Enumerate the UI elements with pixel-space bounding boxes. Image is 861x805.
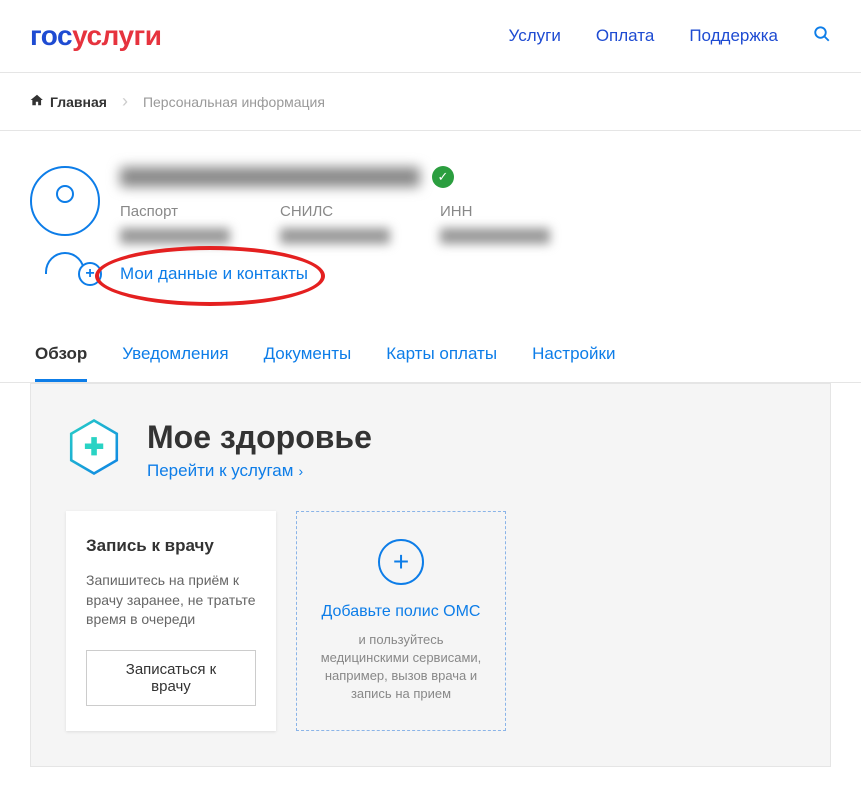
health-header: ✚ Мое здоровье Перейти к услугам ›	[66, 419, 795, 481]
snils-item: СНИЛС	[280, 203, 390, 244]
doctor-card-desc: Запишитесь на приём к врачу заранее, не …	[86, 571, 256, 630]
documents-row: Паспорт СНИЛС ИНН	[120, 203, 831, 244]
profile-section: + ✓ Паспорт СНИЛС ИНН Мои данные и конта…	[0, 131, 861, 304]
breadcrumb-home-label: Главная	[50, 94, 107, 110]
breadcrumb: Главная › Персональная информация	[0, 73, 861, 131]
my-data-link[interactable]: Мои данные и контакты	[120, 264, 308, 283]
logo[interactable]: госуслуги	[30, 20, 161, 52]
passport-value-blurred	[120, 228, 230, 244]
passport-item: Паспорт	[120, 203, 230, 244]
home-icon	[30, 93, 44, 110]
passport-label: Паспорт	[120, 203, 230, 220]
health-title: Мое здоровье	[147, 419, 372, 456]
health-services-label: Перейти к услугам	[147, 461, 293, 481]
tab-documents[interactable]: Документы	[264, 329, 352, 382]
chevron-right-icon: ›	[122, 91, 128, 112]
verified-icon: ✓	[432, 166, 454, 188]
book-doctor-button[interactable]: Записаться к врачу	[86, 650, 256, 706]
doctor-appointment-card: Запись к врачу Запишитесь на приём к вра…	[66, 511, 276, 731]
logo-uslugi: услуги	[72, 20, 161, 51]
add-oms-card[interactable]: + Добавьте полис ОМС и пользуйтесь медиц…	[296, 511, 506, 731]
oms-card-desc: и пользуйтесь медицинскими сервисами, на…	[317, 631, 485, 704]
logo-gos: гос	[30, 20, 72, 51]
health-title-block: Мое здоровье Перейти к услугам ›	[147, 419, 372, 481]
my-data-wrap: Мои данные и контакты	[120, 264, 308, 284]
header: госуслуги Услуги Оплата Поддержка	[0, 0, 861, 73]
cards-row: Запись к врачу Запишитесь на приём к вра…	[66, 511, 795, 731]
tab-payment-cards[interactable]: Карты оплаты	[386, 329, 497, 382]
nav-services[interactable]: Услуги	[509, 26, 561, 46]
snils-label: СНИЛС	[280, 203, 390, 220]
avatar[interactable]: +	[30, 166, 100, 284]
tabs: Обзор Уведомления Документы Карты оплаты…	[0, 329, 861, 383]
snils-value-blurred	[280, 228, 390, 244]
oms-card-title: Добавьте полис ОМС	[322, 603, 481, 621]
chevron-right-icon: ›	[298, 463, 303, 479]
breadcrumb-home[interactable]: Главная	[30, 93, 107, 110]
avatar-add-icon[interactable]: +	[78, 262, 102, 286]
doctor-card-title: Запись к врачу	[86, 536, 256, 556]
health-services-link[interactable]: Перейти к услугам ›	[147, 461, 303, 481]
tab-overview[interactable]: Обзор	[35, 329, 87, 382]
add-icon: +	[378, 539, 424, 585]
nav-payment[interactable]: Оплата	[596, 26, 654, 46]
profile-info: ✓ Паспорт СНИЛС ИНН Мои данные и контакт…	[120, 166, 831, 284]
avatar-circle	[30, 166, 100, 236]
content-area: ✚ Мое здоровье Перейти к услугам › Запис…	[30, 383, 831, 767]
breadcrumb-current: Персональная информация	[143, 94, 325, 110]
inn-value-blurred	[440, 228, 550, 244]
profile-name-blurred	[120, 167, 420, 187]
medical-cross-icon: ✚	[84, 433, 104, 462]
nav-right: Услуги Оплата Поддержка	[509, 25, 831, 48]
nav-support[interactable]: Поддержка	[689, 26, 778, 46]
profile-name-row: ✓	[120, 166, 831, 188]
inn-item: ИНН	[440, 203, 550, 244]
search-icon[interactable]	[813, 25, 831, 48]
tab-notifications[interactable]: Уведомления	[122, 329, 228, 382]
health-icon: ✚	[66, 419, 122, 475]
inn-label: ИНН	[440, 203, 550, 220]
tab-settings[interactable]: Настройки	[532, 329, 615, 382]
